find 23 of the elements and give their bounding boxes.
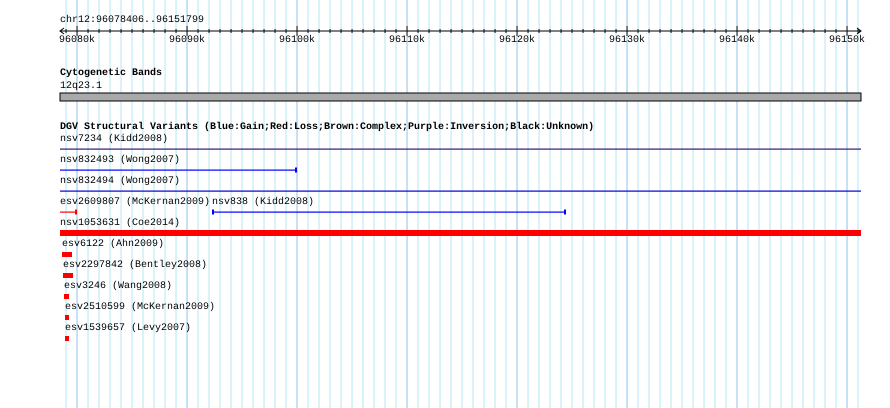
band-label: 12q23.1 (60, 81, 102, 93)
region-label: chr12:96078406..96151799 (60, 15, 204, 27)
ruler-tick-label: 96150k (829, 35, 866, 47)
ruler-tick-label: 96130k (609, 35, 646, 47)
track-title: Cytogenetic Bands (60, 68, 162, 80)
ruler-tick-label: 96120k (499, 35, 536, 47)
variant-label: nsv832493 (Wong2007) (60, 155, 180, 167)
ruler-tick-label: 96140k (719, 35, 756, 47)
variant-label: esv2609807 (McKernan2009) (60, 197, 210, 209)
variant-label: esv1539657 (Levy2007) (65, 323, 192, 335)
ruler-tick-label: 96080k (59, 35, 96, 47)
ruler-tick-label: 96100k (279, 35, 316, 47)
track-title: DGV Structural Variants (Blue:Gain;Red:Loss;Brown:Complex;Purple:Inversion;Black:Unknown) (60, 122, 594, 134)
variant-label: esv6122 (Ahn2009) (62, 239, 164, 251)
variant-label: nsv1053631 (Coe2014) (60, 218, 180, 230)
ruler-tick-label: 96110k (389, 35, 426, 47)
variant-label: nsv838 (Kidd2008) (212, 197, 314, 209)
variant-label: esv3246 (Wang2008) (64, 281, 172, 293)
ruler-tick-label: 96090k (169, 35, 206, 47)
variant-label: nsv7234 (Kidd2008) (60, 134, 168, 146)
variant-label: esv2510599 (McKernan2009) (65, 302, 216, 314)
variant-label: esv2297842 (Bentley2008) (63, 260, 208, 272)
variant-label: nsv832494 (Wong2007) (60, 176, 180, 188)
